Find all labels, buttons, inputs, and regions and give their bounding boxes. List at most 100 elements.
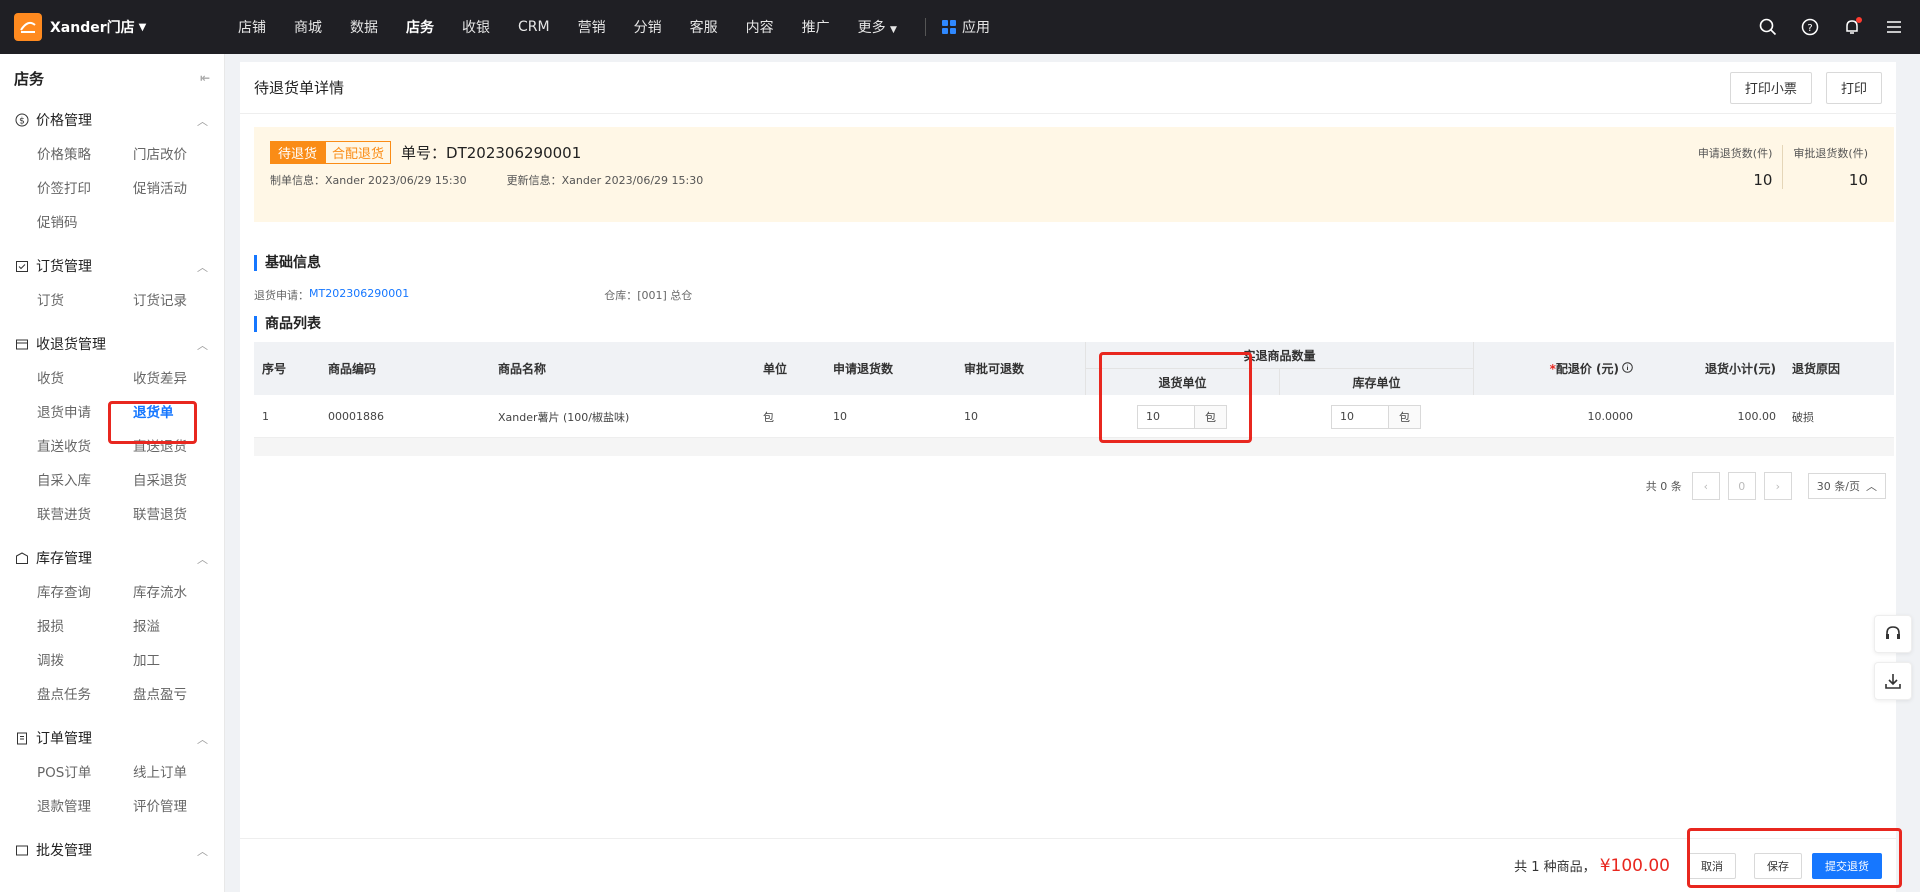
- group-title-order-goods[interactable]: 订货管理 ︿: [0, 248, 224, 284]
- col-code: 商品编码: [328, 362, 377, 376]
- sidebar-item-price-strategy[interactable]: 价格策略: [37, 138, 133, 172]
- sidebar-item-tag-print[interactable]: 价签打印: [37, 172, 133, 206]
- svg-text:?: ?: [1807, 23, 1812, 34]
- box-icon: [14, 336, 30, 352]
- nav-tuiguang[interactable]: 推广: [802, 17, 830, 37]
- sidebar-item-transfer[interactable]: 调拨: [37, 644, 133, 678]
- cell-stock-qty: 10 包: [1279, 395, 1473, 438]
- collapse-sidebar-icon[interactable]: ⇤: [200, 71, 210, 85]
- sidebar-item-stock-flow[interactable]: 库存流水: [133, 576, 224, 610]
- sidebar-item-review[interactable]: 评价管理: [133, 790, 224, 824]
- sidebar-item-store-reprice[interactable]: 门店改价: [133, 138, 224, 172]
- nav-yingxiao[interactable]: 营销: [578, 17, 606, 37]
- top-right-tools: ?: [1738, 0, 1906, 54]
- submit-return-button[interactable]: 提交退货: [1812, 852, 1882, 879]
- group-title-orders[interactable]: 订单管理 ︿: [0, 720, 224, 756]
- nav-more[interactable]: 更多 ▼: [858, 17, 897, 37]
- return-qty-value[interactable]: 10: [1138, 406, 1194, 428]
- apply-label: 退货申请：: [254, 289, 309, 302]
- sidebar-item-refund[interactable]: 退款管理: [37, 790, 133, 824]
- apply-stat-value: 10: [1753, 171, 1773, 189]
- nav-kefu[interactable]: 客服: [690, 17, 718, 37]
- stock-qty-value[interactable]: 10: [1332, 406, 1388, 428]
- group-title-inventory[interactable]: 库存管理 ︿: [0, 540, 224, 576]
- sidebar-item-self-return[interactable]: 自采退货: [133, 464, 224, 498]
- basic-info-line: 退货申请： MT202306290001 仓库： [001] 总仓: [254, 287, 692, 303]
- sidebar-item-receive[interactable]: 收货: [37, 362, 133, 396]
- nav-fenxiao[interactable]: 分销: [634, 17, 662, 37]
- col-return-unit: 退货单位: [1085, 368, 1279, 395]
- cancel-button[interactable]: 取消: [1688, 852, 1736, 879]
- sidebar-item-loss[interactable]: 报损: [37, 610, 133, 644]
- search-icon[interactable]: [1756, 15, 1780, 39]
- group-label: 订单管理: [36, 731, 92, 747]
- print-receipt-button[interactable]: 打印小票: [1729, 71, 1812, 104]
- chevron-up-icon: ︿: [197, 845, 208, 858]
- sidebar-item-promo-code[interactable]: 促销码: [37, 206, 133, 240]
- page-title: 待退货单详情: [254, 79, 345, 97]
- apps-button[interactable]: 应用: [941, 17, 990, 37]
- sidebar-item-pos-order[interactable]: POS订单: [37, 756, 133, 790]
- sidebar-item-joint-in[interactable]: 联营进货: [37, 498, 133, 532]
- store-switcher[interactable]: Xander门店 ▼: [0, 13, 220, 41]
- download-icon[interactable]: [1874, 662, 1912, 700]
- sidebar-item-receive-diff[interactable]: 收货差异: [133, 362, 224, 396]
- group-title-receive-return[interactable]: 收退货管理 ︿: [0, 326, 224, 362]
- group-title-price[interactable]: $ 价格管理 ︿: [0, 102, 224, 138]
- nav-dianpu[interactable]: 店铺: [238, 17, 266, 37]
- save-button[interactable]: 保存: [1754, 852, 1802, 879]
- warehouse-value: [001] 总仓: [637, 289, 693, 302]
- menu-icon[interactable]: [1882, 15, 1906, 39]
- apply-link[interactable]: MT202306290001: [309, 287, 409, 303]
- sidebar-item-joint-return[interactable]: 联营退货: [133, 498, 224, 532]
- goods-table: 序号 商品编码 商品名称 单位 申请退货数 审批可退数 实退商品数量 退货单位 …: [254, 342, 1894, 456]
- sidebar-item-online-order[interactable]: 线上订单: [133, 756, 224, 790]
- stock-qty-input[interactable]: 10 包: [1331, 404, 1421, 429]
- return-qty-unit: 包: [1194, 405, 1226, 428]
- caret-down-icon: ▼: [138, 21, 147, 33]
- cell-return-qty: 10 包: [1085, 395, 1279, 438]
- sidebar-item-stocktake[interactable]: 盘点任务: [37, 678, 133, 712]
- page-size-select[interactable]: 30 条/页 ︿: [1807, 473, 1886, 499]
- nav-shangcheng[interactable]: 商城: [294, 17, 322, 37]
- sidebar-item-order-record[interactable]: 订货记录: [133, 284, 224, 318]
- nav-shouyin[interactable]: 收银: [462, 17, 490, 37]
- sidebar-item-overflow[interactable]: 报溢: [133, 610, 224, 644]
- prev-page-icon[interactable]: ‹: [1691, 472, 1720, 500]
- nav-shuju[interactable]: 数据: [350, 17, 378, 37]
- col-apply: 申请退货数: [833, 362, 894, 376]
- sidebar-item-stocktake-diff[interactable]: 盘点盈亏: [133, 678, 224, 712]
- help-icon[interactable]: ?: [1798, 15, 1822, 39]
- sidebar-item-process[interactable]: 加工: [133, 644, 224, 678]
- nav-neirong[interactable]: 内容: [746, 17, 774, 37]
- sidebar-item-promotion[interactable]: 促销活动: [133, 172, 224, 206]
- sidebar-item-direct-return[interactable]: 直送退货: [133, 430, 224, 464]
- sidebar-item-self-in[interactable]: 自采入库: [37, 464, 133, 498]
- bell-icon[interactable]: [1840, 15, 1864, 39]
- return-qty-input[interactable]: 10 包: [1137, 404, 1227, 429]
- goods-list-title: 商品列表: [254, 316, 321, 332]
- sidebar-item-order[interactable]: 订货: [37, 284, 133, 318]
- print-button[interactable]: 打印: [1825, 71, 1882, 104]
- current-page[interactable]: 0: [1727, 472, 1756, 500]
- cell-price: 10.0000: [1587, 410, 1634, 423]
- next-page-icon[interactable]: ›: [1763, 472, 1792, 500]
- nav-more-label: 更多: [857, 20, 886, 36]
- dollar-circle-icon: $: [14, 112, 30, 128]
- warehouse-label: 仓库：: [604, 289, 638, 302]
- updated-info: 更新信息：Xander 2023/06/29 15:30: [506, 174, 704, 187]
- group-title-wholesale[interactable]: 批发管理 ︿: [0, 832, 224, 868]
- page-size-label: 30 条/页: [1816, 480, 1860, 493]
- sidebar-item-stock-query[interactable]: 库存查询: [37, 576, 133, 610]
- sidebar-item-return-apply[interactable]: 退货申请: [37, 396, 133, 430]
- nav-dianwu[interactable]: 店务: [406, 17, 434, 37]
- chevron-up-icon: ︿: [197, 733, 208, 746]
- nav-crm[interactable]: CRM: [518, 19, 550, 35]
- customer-service-icon[interactable]: [1874, 615, 1912, 653]
- chevron-up-icon: ︿: [197, 339, 208, 352]
- sidebar-item-return-order[interactable]: 退货单: [133, 396, 224, 430]
- horizontal-scrollbar[interactable]: [254, 438, 1894, 456]
- page-header: 待退货单详情 打印小票 打印: [240, 62, 1896, 114]
- sidebar-item-direct-receive[interactable]: 直送收货: [37, 430, 133, 464]
- info-icon[interactable]: [1622, 361, 1633, 376]
